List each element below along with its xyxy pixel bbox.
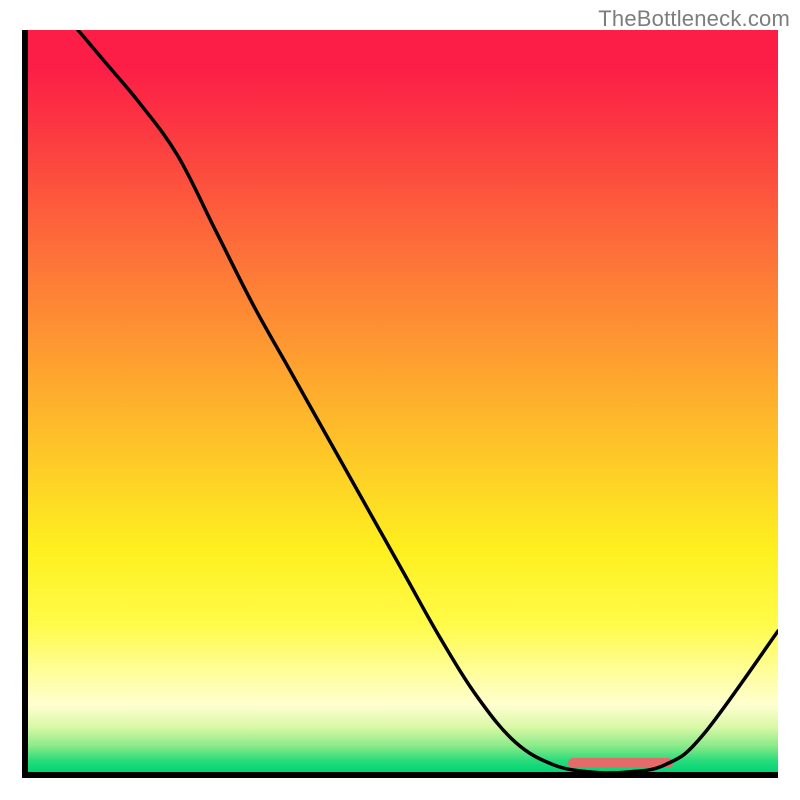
attribution-text: TheBottleneck.com	[598, 6, 790, 32]
bottleneck-curve	[28, 30, 778, 772]
plot-area	[22, 30, 778, 778]
chart-container: { "attribution": "TheBottleneck.com", "c…	[0, 0, 800, 800]
curve-path	[28, 30, 778, 773]
